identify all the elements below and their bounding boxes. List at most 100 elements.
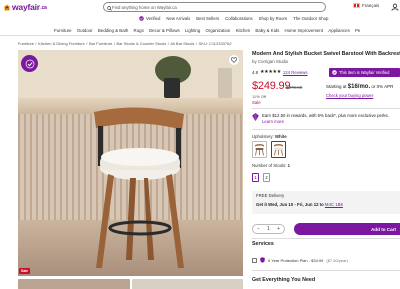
wayfair-verified-badge[interactable]: This item is Wayfair Verified bbox=[329, 68, 400, 77]
verified-icon bbox=[139, 16, 144, 21]
postal-code-link[interactable]: M4C 1B5 bbox=[325, 202, 343, 207]
account-icon[interactable] bbox=[391, 3, 399, 11]
verified-icon bbox=[332, 70, 337, 75]
stool-count-option-1[interactable]: 1 bbox=[252, 173, 259, 182]
swatch-option[interactable] bbox=[252, 141, 267, 158]
quantity-value: 1 bbox=[267, 226, 270, 232]
add-to-cart-button[interactable]: Add to Cart bbox=[294, 223, 400, 235]
protection-plan-unit: ($7.00/year) bbox=[326, 257, 348, 263]
increase-quantity-button[interactable]: + bbox=[277, 226, 280, 232]
check-buying-power-link[interactable]: Check your buying power bbox=[326, 93, 373, 98]
breadcrumb: Furniture / Kitchen & Dining Furniture /… bbox=[18, 41, 232, 46]
number-of-stools-label: Number of Stools: 1 bbox=[252, 163, 290, 168]
secondary-nav-outdoor-shop[interactable]: The Outdoor Shop bbox=[293, 16, 328, 21]
rewards-text: Earn $12.50 in rewards, with 5% back*, p… bbox=[262, 113, 389, 118]
rewards-gem-icon bbox=[252, 113, 259, 121]
thumbnail[interactable] bbox=[131, 279, 243, 289]
breadcrumb-bar-furniture[interactable]: Bar Furniture bbox=[89, 41, 112, 46]
category-outdoor[interactable]: Outdoor bbox=[77, 28, 93, 33]
verified-seal-icon bbox=[21, 55, 38, 72]
breadcrumb-kitchen-dining[interactable]: Kitchen & Dining Furniture bbox=[38, 41, 85, 46]
upholstery-swatches bbox=[252, 141, 286, 158]
wayfair-logo[interactable]: wayfair .ca bbox=[3, 2, 47, 12]
breadcrumb-bar-stools[interactable]: Bar Stools & Counter Stools bbox=[116, 41, 166, 46]
number-of-stools-label-text: Number of Stools: bbox=[252, 163, 287, 168]
sale-price: $249.99 bbox=[252, 80, 291, 92]
stool-thumbnail-icon bbox=[255, 144, 264, 156]
search-icon bbox=[107, 5, 112, 11]
upholstery-label-text: Upholstery: bbox=[252, 134, 274, 139]
rating-summary: 4.8 ★★★★★ 124 Reviews bbox=[252, 69, 308, 75]
delivery-window-text: Get it Wed, Jun 10 - Fri, Jun 12 to bbox=[256, 202, 325, 207]
brand-text: by Corrigan Studio bbox=[252, 59, 289, 64]
delivery-title: FREE Delivery bbox=[256, 193, 285, 198]
star-rating-icon: ★★★★★ bbox=[259, 69, 281, 75]
breadcrumb-separator: / bbox=[195, 41, 198, 46]
divider bbox=[252, 129, 400, 130]
product-main-image[interactable] bbox=[18, 50, 243, 276]
language-switcher[interactable]: Français bbox=[353, 3, 379, 8]
category-kitchen[interactable]: Kitchen bbox=[236, 28, 251, 33]
financing-prefix: Starting at bbox=[326, 84, 348, 89]
breadcrumb-furniture[interactable]: Furniture bbox=[18, 41, 34, 46]
secondary-nav-verified[interactable]: Verified bbox=[139, 16, 160, 21]
services-heading: Services bbox=[252, 241, 274, 247]
product-title: Modern And Stylish Bucket Swivel Barstoo… bbox=[252, 51, 400, 57]
logo-text: wayfair bbox=[12, 2, 40, 12]
category-organization[interactable]: Organization bbox=[205, 28, 230, 33]
divider bbox=[252, 238, 400, 239]
category-home-improvement[interactable]: Home Improvement bbox=[285, 28, 324, 33]
language-label: Français bbox=[362, 3, 380, 8]
breadcrumb-all-bar-stools[interactable]: All Bar Stools bbox=[170, 41, 194, 46]
category-bedding-bath[interactable]: Bedding & Bath bbox=[98, 28, 129, 33]
category-decor-pillows[interactable]: Decor & Pillows bbox=[149, 28, 180, 33]
brand-link[interactable]: by Corrigan Studio bbox=[252, 59, 288, 64]
rewards-learn-more-link[interactable]: Learn more bbox=[262, 119, 389, 125]
search-input[interactable]: Find anything home on Wayfair.ca bbox=[103, 2, 326, 12]
category-furniture[interactable]: Furniture bbox=[54, 28, 72, 33]
logo-tld: .ca bbox=[40, 4, 47, 11]
secondary-nav-new-arrivals[interactable]: New Arrivals bbox=[166, 16, 190, 21]
category-lighting[interactable]: Lighting bbox=[185, 28, 200, 33]
protection-plan-checkbox[interactable] bbox=[252, 257, 257, 263]
protection-plan-label: 5 Year Protection Plan - $34.99 bbox=[268, 257, 324, 263]
wayfair-house-icon bbox=[3, 3, 11, 11]
secondary-nav-best-sellers[interactable]: Best Sellers bbox=[196, 16, 219, 21]
breadcrumb-separator: / bbox=[167, 41, 169, 46]
rewards-text-block: Earn $12.50 in rewards, with 5% back*, p… bbox=[262, 113, 389, 124]
stool-count-options: 1 2 bbox=[252, 173, 270, 182]
category-rugs[interactable]: Rugs bbox=[134, 28, 144, 33]
upholstery-value: White bbox=[274, 134, 287, 139]
secondary-nav-collaborations[interactable]: Collaborations bbox=[225, 16, 252, 21]
stool-count-option-2[interactable]: 2 bbox=[263, 173, 270, 182]
reviews-link[interactable]: 124 Reviews bbox=[283, 70, 308, 75]
shield-icon bbox=[260, 257, 265, 263]
delivery-window: Get it Wed, Jun 10 - Fri, Jun 12 to M4C … bbox=[256, 202, 396, 207]
category-appliances[interactable]: Appliances bbox=[328, 28, 349, 33]
secondary-nav-label: Verified bbox=[146, 16, 161, 21]
category-baby-kids[interactable]: Baby & Kids bbox=[255, 28, 279, 33]
rating-value: 4.8 bbox=[252, 69, 258, 75]
category-pets[interactable]: Pe bbox=[355, 28, 360, 33]
upholstery-label: Upholstery: White bbox=[252, 134, 287, 139]
favorite-heart-icon[interactable] bbox=[229, 55, 239, 65]
number-of-stools-value: 1 bbox=[287, 163, 290, 168]
secondary-nav-shop-by-room[interactable]: Shop by Room bbox=[259, 16, 287, 21]
breadcrumb-separator: / bbox=[86, 41, 88, 46]
financing-suffix: or 0% APR bbox=[370, 84, 394, 89]
decrease-quantity-button[interactable]: − bbox=[257, 226, 260, 232]
quantity-stepper[interactable]: − 1 + bbox=[252, 224, 285, 234]
canada-flag-icon bbox=[353, 3, 360, 8]
protection-plan-option[interactable]: 5 Year Protection Plan - $34.99 ($7.00/y… bbox=[252, 257, 348, 263]
divider bbox=[252, 108, 400, 109]
original-price: $279.99 bbox=[286, 85, 303, 90]
breadcrumb-sku: SKU: C112333762 bbox=[198, 41, 232, 46]
secondary-nav: Verified New Arrivals Best Sellers Colla… bbox=[139, 16, 328, 21]
swatch-option-selected[interactable] bbox=[271, 141, 286, 158]
thumbnail[interactable] bbox=[18, 279, 130, 289]
sale-badge: Sale bbox=[19, 268, 30, 274]
verified-badge-label: This item is Wayfair Verified bbox=[339, 70, 390, 75]
sale-label: Sale bbox=[252, 100, 261, 105]
percent-off: 11% Off bbox=[252, 94, 267, 99]
breadcrumb-separator: / bbox=[35, 41, 37, 46]
